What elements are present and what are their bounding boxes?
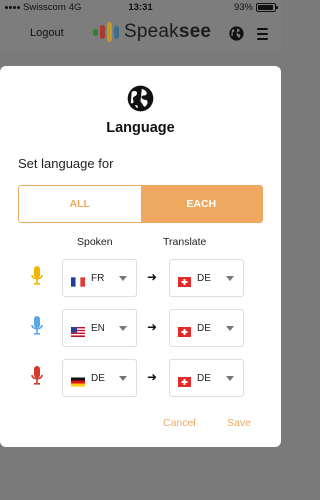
language-dialog: Language Set language for ALL EACH Spoke… — [0, 66, 281, 447]
spoken-language-select[interactable]: DE — [62, 359, 137, 397]
language-code: EN — [91, 323, 105, 334]
microphone-icon — [31, 316, 43, 341]
flag-ch-icon — [178, 374, 191, 392]
flag-ch-icon — [178, 324, 191, 342]
language-code: DE — [197, 273, 211, 284]
set-language-label: Set language for — [18, 156, 114, 171]
spoken-language-select[interactable]: FR — [62, 259, 137, 297]
logout-button[interactable]: Logout — [30, 27, 64, 39]
language-code: DE — [197, 373, 211, 384]
microphone-icon — [31, 266, 43, 291]
chevron-down-icon — [119, 326, 127, 331]
battery-percent: 93% — [233, 2, 253, 13]
chevron-down-icon — [119, 276, 127, 281]
language-code: FR — [91, 273, 105, 284]
save-button[interactable]: Save — [227, 417, 251, 429]
language-mode-toggle: ALL EACH — [18, 185, 263, 223]
chevron-down-icon — [226, 276, 234, 281]
cancel-button[interactable]: Cancel — [163, 417, 196, 429]
arrow-right-icon: ➜ — [147, 270, 158, 284]
flag-de-icon — [71, 374, 85, 392]
arrow-right-icon: ➜ — [147, 320, 158, 334]
chevron-down-icon — [226, 326, 234, 331]
chevron-down-icon — [119, 376, 127, 381]
battery-group: 93% — [233, 2, 278, 13]
speaksee-logo: Speaksee — [93, 21, 211, 43]
chevron-down-icon — [226, 376, 234, 381]
spoken-language-select[interactable]: EN — [62, 309, 137, 347]
globe-icon — [127, 85, 154, 117]
dimmed-background — [0, 447, 281, 500]
flag-us-icon — [71, 324, 85, 342]
logo-mark-icon — [93, 22, 119, 42]
translate-column-header: Translate — [163, 236, 207, 248]
globe-icon[interactable] — [229, 26, 244, 46]
flag-ch-icon — [178, 274, 191, 292]
translate-language-select[interactable]: DE — [169, 359, 244, 397]
microphone-icon — [31, 366, 43, 391]
arrow-right-icon: ➜ — [147, 370, 158, 384]
brand-name: Speaksee — [124, 21, 212, 42]
spoken-column-header: Spoken — [77, 236, 113, 248]
language-code: DE — [91, 373, 105, 384]
dialog-title: Language — [106, 120, 175, 136]
segment-all-button[interactable]: ALL — [19, 186, 141, 222]
flag-fr-icon — [71, 274, 85, 292]
language-code: DE — [197, 323, 211, 334]
segment-each-button[interactable]: EACH — [140, 186, 262, 222]
translate-language-select[interactable]: DE — [169, 259, 244, 297]
app-header: Logout Speaksee — [0, 16, 281, 52]
hamburger-icon[interactable] — [257, 28, 268, 43]
status-bar: Swisscom 4G 13:31 93% — [0, 0, 281, 16]
translate-language-select[interactable]: DE — [169, 309, 244, 347]
battery-icon — [256, 3, 278, 12]
